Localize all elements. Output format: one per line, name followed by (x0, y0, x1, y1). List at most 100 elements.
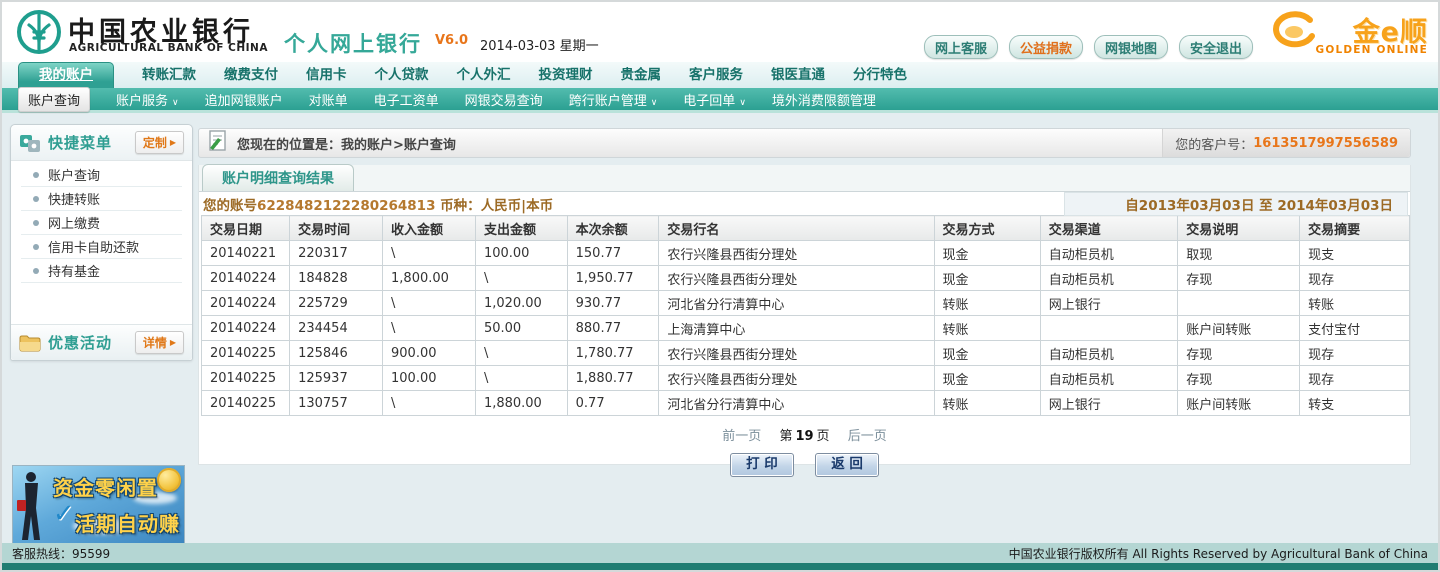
nav-tab-10[interactable]: 分行特色 (853, 63, 907, 83)
table-cell: \ (382, 315, 476, 341)
arrow-right-icon: ▶ (169, 138, 176, 147)
current-page: 第 19 页 (779, 429, 829, 444)
header-button-0[interactable]: 网上客服 (924, 35, 999, 59)
header-buttons: 网上客服 公益捐款 网银地图 安全退出 (924, 35, 1254, 59)
header-button-3[interactable]: 安全退出 (1179, 35, 1254, 59)
subnav-item-1[interactable]: 账户服务 ∨ (116, 90, 179, 109)
results-tab[interactable]: 账户明细查询结果 (202, 164, 354, 191)
subnav-item-2[interactable]: 追加网银账户 (205, 90, 283, 109)
table-cell: 184828 (289, 265, 384, 291)
customize-button[interactable]: 定制 ▶ (134, 131, 184, 154)
nav-tab-7[interactable]: 贵金属 (621, 63, 662, 83)
sidebar-item-label: 持有基金 (48, 265, 101, 280)
table-body: 20140221 220317 \ 100.00 150.77 农行兴隆县西街分理处 现金自… (200, 240, 1410, 416)
bullet-icon (33, 195, 39, 202)
nav-tab-2[interactable]: 缴费支付 (224, 63, 278, 83)
table-cell: 50.00 (474, 315, 568, 341)
table-cell: 转账 (933, 315, 1041, 341)
transaction-row: 20140225 125937 100.00 \ 1,880.77 农行兴隆县西街分理处现… (200, 365, 1410, 391)
table-cell: \ (382, 290, 476, 316)
transactions-table: 交易日期 交易时间 收入金额 支出金额 本次余额 交易行名 交易方式 交易渠道 交易说明 交易摘要… (200, 215, 1410, 416)
table-cell: 20140221 (200, 240, 291, 266)
nav-tab-0[interactable]: 我的账户 (18, 62, 114, 88)
sidebar-item-1[interactable]: 快捷转账 (21, 187, 182, 211)
table-cell: 存现 (1177, 340, 1301, 366)
footer: 客服热线：95599 中国农业银行版权所有 All Rights Reserve… (2, 543, 1438, 563)
table-cell: 880.77 (566, 315, 660, 341)
currency-label: 币种： (435, 198, 481, 214)
table-header-cell: 交易行名 (658, 215, 935, 241)
golden-logo-subtext: GOLDEN ONLINE (1315, 44, 1428, 56)
subnav-item-8[interactable]: 境外消费限额管理 (772, 90, 876, 109)
promo-header: 优惠活动 详情 ▶ (11, 324, 192, 360)
promo-title: 优惠活动 (48, 334, 113, 352)
print-button[interactable]: 打 印 (729, 453, 794, 477)
results-panel: 账户明细查询结果 您的账号6228482122280264813 币种：人民币|… (198, 164, 1411, 477)
transaction-row: 20140224 184828 1,800.00 \ 1,950.77 农行兴隆县西街分理… (200, 265, 1410, 291)
sidebar-item-3[interactable]: 信用卡自助还款 (21, 235, 182, 259)
table-cell: 20140224 (200, 265, 291, 291)
subnav-item-3[interactable]: 对账单 (309, 90, 348, 109)
sidebar-item-2[interactable]: 网上缴费 (21, 211, 182, 235)
nav-tab-4[interactable]: 个人贷款 (375, 63, 429, 83)
table-cell: 河北省分行清算中心 (658, 390, 935, 416)
hotline-number: 95599 (72, 546, 111, 561)
nav-tab-9[interactable]: 银医直通 (771, 63, 825, 83)
subnav-item-5[interactable]: 网银交易查询 (465, 90, 543, 109)
table-cell: 现存 (1299, 265, 1410, 291)
details-button[interactable]: 详情 ▶ (134, 331, 184, 354)
table-cell: 现存 (1299, 340, 1410, 366)
client-number-label: 您的客户号： (1175, 137, 1254, 153)
table-cell: \ (474, 365, 568, 391)
golden-online-logo: 金e顺 GOLDEN ONLINE (1270, 6, 1430, 60)
nav-tab-1[interactable]: 转账汇款 (142, 63, 196, 83)
currency-value: 人民币|本币 (480, 198, 554, 214)
table-header-cell: 交易摘要 (1299, 215, 1410, 241)
ad-banner[interactable]: 资金零闲置 ✓ 活期自动赚 (12, 465, 185, 544)
table-cell: 农行兴隆县西街分理处 (658, 365, 935, 391)
table-cell: 存现 (1177, 265, 1301, 291)
table-cell: 1,880.77 (566, 365, 660, 391)
ad-coin-icon (157, 468, 181, 492)
nav-tab-6[interactable]: 投资理财 (539, 63, 593, 83)
table-cell: 现支 (1299, 240, 1410, 266)
ad-line2: 活期自动赚 (75, 512, 180, 536)
table-cell: 1,780.77 (566, 340, 660, 366)
subnav-item-7[interactable]: 电子回单 ∨ (683, 90, 746, 109)
bullet-icon (33, 243, 39, 250)
account-info: 您的账号6228482122280264813 币种：人民币|本币 (203, 194, 553, 214)
table-header-cell: 交易时间 (289, 215, 384, 241)
main-nav: 我的账户 转账汇款 缴费支付 信用卡 个人贷款 个人外汇 投资理财 贵金属 客户服务 银医直通 分行… (2, 62, 1438, 88)
table-cell: 220317 (289, 240, 384, 266)
next-page-link[interactable]: 后一页 (848, 429, 887, 444)
table-cell: 账户间转账 (1177, 315, 1301, 341)
header-date: 2014-03-03 星期一 (480, 39, 599, 54)
header-button-2[interactable]: 网银地图 (1094, 35, 1169, 59)
table-header-row: 交易日期 交易时间 收入金额 支出金额 本次余额 交易行名 交易方式 交易渠道 交易说明 交易摘要 (200, 215, 1410, 241)
customize-label: 定制 (142, 136, 167, 150)
page-suffix: 页 (816, 429, 830, 444)
sidebar-item-4[interactable]: 持有基金 (21, 259, 182, 283)
table-cell: 225729 (289, 290, 384, 316)
table-cell: 1,020.00 (474, 290, 568, 316)
subnav-item-4[interactable]: 电子工资单 (374, 90, 439, 109)
golden-swoosh-icon (1273, 11, 1315, 48)
prev-page-link[interactable]: 前一页 (722, 429, 761, 444)
table-cell (1177, 290, 1301, 316)
nav-tab-5[interactable]: 个人外汇 (457, 63, 511, 83)
table-header-cell: 支出金额 (474, 215, 568, 241)
table-cell: 20140225 (200, 365, 291, 391)
table-cell: 125846 (289, 340, 384, 366)
arrow-right-icon: ▶ (169, 338, 176, 347)
breadcrumb: 您现在的位置是：我的账户>账户查询 (237, 137, 456, 153)
sidebar-item-0[interactable]: 账户查询 (21, 163, 182, 187)
header-button-1[interactable]: 公益捐款 (1009, 35, 1084, 59)
subnav-item-0[interactable]: 账户查询 (18, 86, 91, 112)
quick-menu-title: 快捷菜单 (48, 134, 113, 152)
transaction-row: 20140225 130757 \ 1,880.00 0.77 河北省分行清算中心 转账 网上… (200, 390, 1410, 416)
nav-tab-8[interactable]: 客户服务 (689, 63, 743, 83)
back-button[interactable]: 返 回 (815, 453, 880, 477)
nav-tab-3[interactable]: 信用卡 (306, 63, 347, 83)
transaction-row: 20140224 225729 \ 1,020.00 930.77 河北省分行清算中心 转账… (200, 290, 1410, 316)
subnav-item-6[interactable]: 跨行账户管理 ∨ (569, 90, 658, 109)
